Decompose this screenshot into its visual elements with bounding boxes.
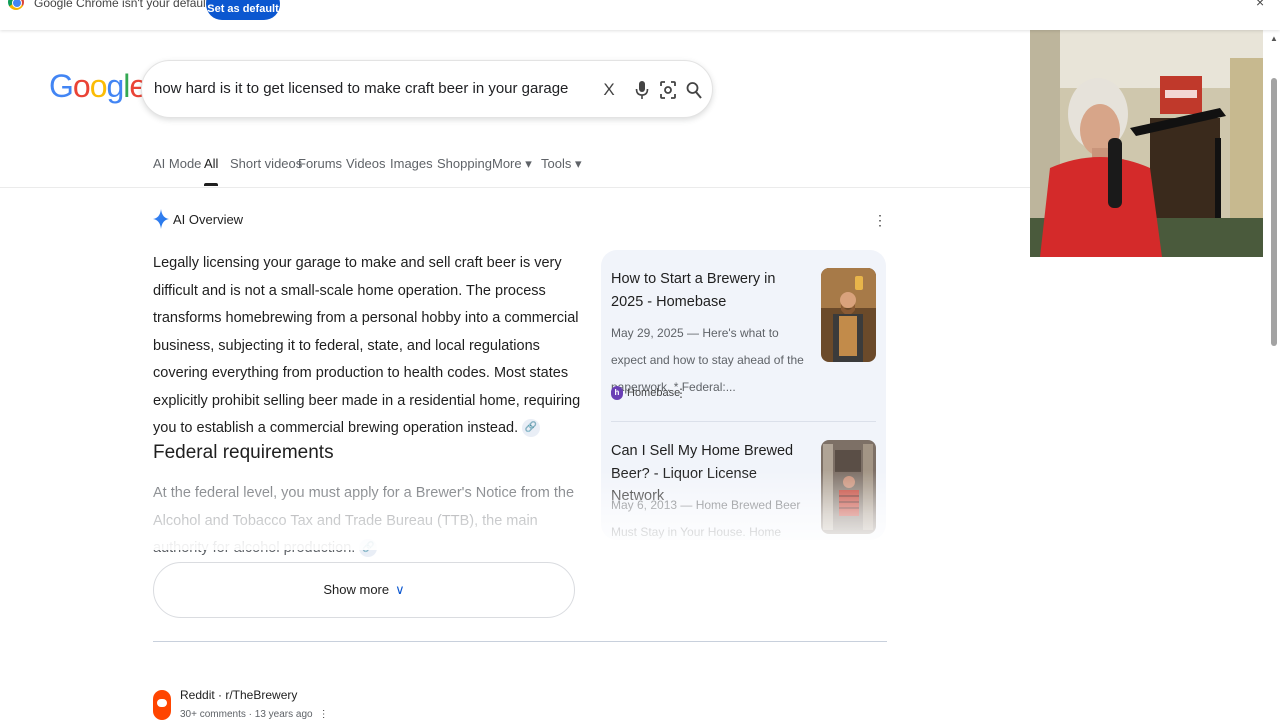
tab-more[interactable]: More ▾ — [492, 156, 532, 172]
tab-forums[interactable]: Forums — [298, 156, 342, 171]
result-meta: 30+ comments · 13 years ago ⋮ — [180, 709, 329, 720]
clear-search-icon[interactable]: X — [597, 77, 621, 103]
tab-short-videos[interactable]: Short videos — [230, 156, 302, 171]
tab-images[interactable]: Images — [390, 156, 433, 171]
source-thumbnail[interactable] — [821, 440, 876, 534]
microphone-icon[interactable] — [630, 77, 654, 103]
source-thumbnail[interactable] — [821, 268, 876, 362]
source-title[interactable]: How to Start a Brewery in 2025 - Homebas… — [611, 268, 811, 313]
show-more-button[interactable]: Show more ∨ — [153, 562, 575, 618]
set-as-default-button[interactable]: Set as default — [206, 0, 280, 20]
page-scrollbar[interactable]: ▲ — [1268, 30, 1280, 720]
google-logo[interactable]: Google — [49, 68, 147, 105]
source-snippet: May 6, 2013 — Home Brewed Beer Must Stay… — [611, 498, 801, 539]
citation-link-icon[interactable]: 🔗 — [522, 419, 541, 438]
default-browser-infobar: Google Chrome isn't your default browser… — [0, 0, 1280, 30]
chevron-down-icon: ∨ — [395, 582, 405, 597]
scroll-up-icon[interactable]: ▲ — [1270, 34, 1278, 43]
federal-requirements-text: At the federal level, you must apply for… — [153, 485, 575, 558]
reddit-favicon — [153, 690, 171, 720]
cards-divider — [611, 421, 876, 422]
ai-overview-paragraph: Legally licensing your garage to make an… — [153, 255, 581, 438]
tab-videos[interactable]: Videos — [346, 156, 386, 171]
tab-ai-mode[interactable]: AI Mode — [153, 156, 201, 171]
tab-tools[interactable]: Tools ▾ — [541, 156, 582, 172]
citation-link-icon[interactable]: 🔗 — [359, 539, 378, 558]
result-more-icon[interactable]: ⋮ — [319, 709, 329, 720]
source-card[interactable]: Can I Sell My Home Brewed Beer? - Liquor… — [601, 440, 886, 540]
infobar-close-icon[interactable]: × — [1256, 0, 1264, 10]
chrome-icon — [8, 0, 24, 10]
scrollbar-thumb[interactable] — [1271, 78, 1277, 346]
ai-overview-label: AI Overview — [173, 212, 244, 227]
tab-all[interactable]: All — [204, 156, 219, 186]
source-cards: How to Start a Brewery in 2025 - Homebas… — [601, 250, 886, 540]
tab-shopping[interactable]: Shopping — [437, 156, 492, 171]
ai-overview-more-icon[interactable]: ⋮ — [872, 211, 888, 229]
google-lens-icon[interactable] — [656, 77, 680, 103]
search-input[interactable]: how hard is it to get licensed to make c… — [154, 80, 568, 97]
search-box[interactable]: how hard is it to get licensed to make c… — [141, 60, 713, 118]
homebase-favicon: h — [611, 386, 623, 400]
source-more-icon[interactable]: ⋮ — [675, 386, 687, 400]
gemini-sparkle-icon — [153, 209, 169, 229]
federal-requirements-heading: Federal requirements — [153, 442, 334, 463]
source-card[interactable]: How to Start a Brewery in 2025 - Homebas… — [601, 268, 886, 428]
tabs-divider — [0, 187, 1030, 188]
webcam-overlay — [1030, 18, 1263, 257]
source-site-name: Homebase — [627, 387, 681, 399]
search-icon[interactable] — [682, 77, 706, 103]
result-site[interactable]: Reddit · r/TheBrewery — [180, 688, 297, 702]
results-divider — [153, 641, 887, 642]
